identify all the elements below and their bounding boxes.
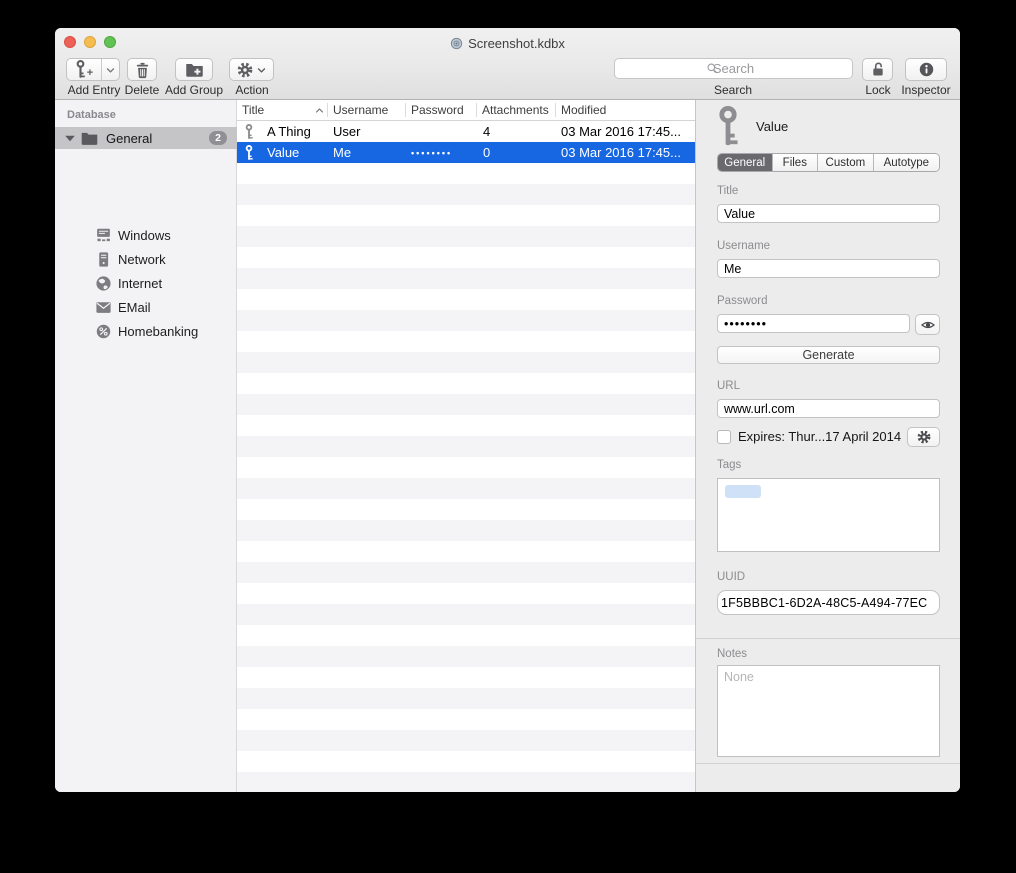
entry-count-badge: 2 bbox=[209, 131, 227, 145]
column-header-password[interactable]: Password bbox=[411, 103, 464, 117]
delete-button[interactable] bbox=[127, 58, 157, 81]
tags-box[interactable] bbox=[717, 478, 940, 552]
notes-field[interactable] bbox=[717, 665, 940, 757]
lock-open-icon bbox=[870, 61, 886, 78]
tab-autotype[interactable]: Autotype bbox=[874, 154, 939, 171]
action-label: Action bbox=[224, 83, 280, 97]
title-field-label: Title bbox=[717, 185, 738, 197]
window-title: Screenshot.kdbx bbox=[468, 36, 565, 51]
titlebar-toolbar: Screenshot.kdbx + Add Entry Delete bbox=[55, 28, 960, 100]
add-group-button[interactable] bbox=[175, 58, 213, 81]
inspector-tabs: General Files Custom Autotype bbox=[717, 153, 940, 172]
username-field-label: Username bbox=[717, 240, 770, 252]
expires-label: Expires: Thur...17 April 2014 bbox=[738, 429, 901, 444]
key-plus-icon[interactable]: + bbox=[67, 59, 102, 80]
gear-icon bbox=[917, 430, 931, 444]
sidebar-item-email[interactable]: EMail bbox=[55, 295, 237, 319]
tab-custom[interactable]: Custom bbox=[818, 154, 874, 171]
url-field-label: URL bbox=[717, 380, 740, 392]
add-group-label: Add Group bbox=[163, 83, 225, 97]
sidebar-item-homebanking[interactable]: Homebanking bbox=[55, 319, 237, 343]
folder-plus-icon bbox=[185, 61, 204, 79]
sidebar: Database General 2 Windows Network Inter… bbox=[55, 100, 237, 792]
column-header-title[interactable]: Title bbox=[242, 103, 264, 117]
tags-field-label: Tags bbox=[717, 459, 741, 471]
delete-label: Delete bbox=[114, 83, 170, 97]
column-header-modified[interactable]: Modified bbox=[561, 103, 606, 117]
percent-icon bbox=[95, 323, 112, 340]
sort-ascending-icon bbox=[315, 107, 324, 114]
globe-icon bbox=[95, 275, 112, 292]
sidebar-section-header: Database bbox=[67, 109, 116, 121]
generate-password-button[interactable]: Generate bbox=[717, 346, 940, 364]
url-field[interactable] bbox=[717, 399, 940, 418]
app-window: Screenshot.kdbx + Add Entry Delete bbox=[55, 28, 960, 792]
add-entry-dropdown[interactable] bbox=[102, 59, 119, 80]
username-field[interactable] bbox=[717, 259, 940, 278]
server-icon bbox=[95, 251, 112, 268]
tag-token[interactable] bbox=[725, 485, 761, 498]
workstation-network-icon bbox=[95, 227, 112, 244]
gear-icon bbox=[237, 62, 253, 78]
envelope-icon bbox=[95, 299, 112, 316]
table-row-selected[interactable]: Value Me •••••••• 0 03 Mar 2016 17:45... bbox=[237, 142, 695, 163]
key-icon bbox=[713, 106, 743, 148]
sidebar-item-label: General bbox=[106, 131, 209, 146]
empty-rows-stripes bbox=[237, 163, 695, 792]
inspector-label: Inspector bbox=[898, 83, 954, 97]
section-divider bbox=[696, 638, 960, 639]
sidebar-item-windows[interactable]: Windows bbox=[55, 223, 237, 247]
uuid-field-label: UUID bbox=[717, 571, 745, 583]
desktop-background: Screenshot.kdbx + Add Entry Delete bbox=[0, 0, 1016, 873]
disclosure-triangle-icon[interactable] bbox=[65, 135, 75, 141]
password-field[interactable] bbox=[717, 314, 910, 333]
section-divider bbox=[696, 763, 960, 764]
tab-files[interactable]: Files bbox=[773, 154, 819, 171]
info-icon bbox=[918, 61, 935, 78]
sidebar-item-network[interactable]: Network bbox=[55, 247, 237, 271]
inspector-panel: Value General Files Custom Autotype Titl… bbox=[695, 100, 960, 792]
entry-title: Value bbox=[756, 119, 788, 134]
expires-settings-button[interactable] bbox=[907, 427, 940, 447]
entry-table: Title Username Password Attachments Modi… bbox=[237, 100, 695, 792]
table-row[interactable]: A Thing User 4 03 Mar 2016 17:45... bbox=[237, 121, 695, 142]
lock-button[interactable] bbox=[862, 58, 893, 81]
key-icon bbox=[244, 124, 254, 140]
search-input[interactable] bbox=[614, 58, 853, 79]
search-label: Search bbox=[705, 83, 761, 97]
tab-general[interactable]: General bbox=[718, 154, 773, 171]
folder-icon bbox=[81, 130, 98, 147]
title-field[interactable] bbox=[717, 204, 940, 223]
sidebar-item-general[interactable]: General 2 bbox=[55, 127, 237, 149]
column-header-attachments[interactable]: Attachments bbox=[482, 103, 549, 117]
uuid-field[interactable] bbox=[717, 590, 940, 615]
notes-field-label: Notes bbox=[717, 648, 747, 660]
eye-icon bbox=[920, 319, 936, 331]
inspector-button[interactable] bbox=[905, 58, 947, 81]
kdbx-document-icon bbox=[450, 37, 463, 50]
window-title-area: Screenshot.kdbx bbox=[55, 35, 960, 51]
chevron-down-icon bbox=[257, 66, 266, 74]
reveal-password-button[interactable] bbox=[915, 314, 940, 335]
action-button[interactable] bbox=[229, 58, 274, 81]
sidebar-item-internet[interactable]: Internet bbox=[55, 271, 237, 295]
expires-checkbox[interactable] bbox=[717, 430, 731, 444]
trash-icon bbox=[134, 61, 151, 79]
add-entry-button[interactable]: + bbox=[66, 58, 120, 81]
key-icon bbox=[244, 145, 254, 161]
column-header-username[interactable]: Username bbox=[333, 103, 388, 117]
table-header: Title Username Password Attachments Modi… bbox=[237, 100, 695, 121]
password-field-label: Password bbox=[717, 295, 768, 307]
